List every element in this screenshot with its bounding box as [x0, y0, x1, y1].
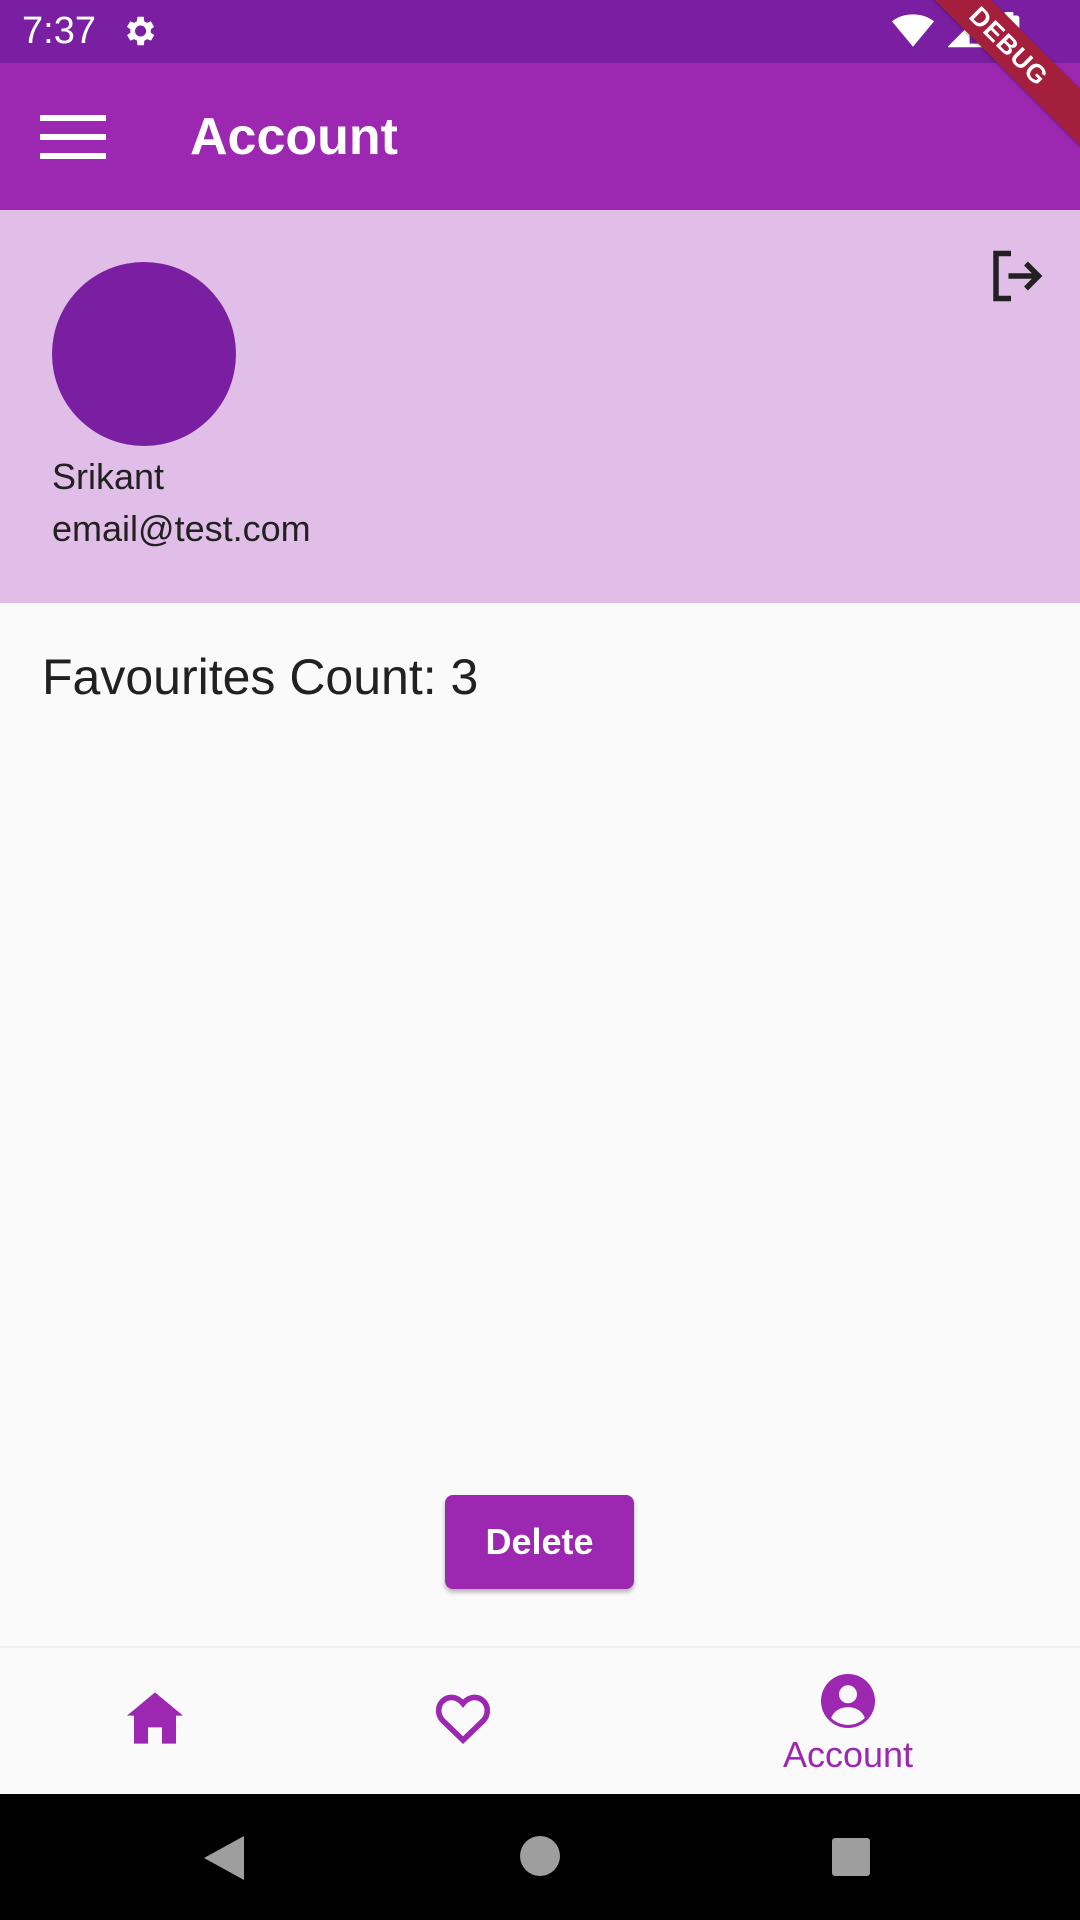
delete-button[interactable]: Delete: [445, 1495, 634, 1589]
nav-home[interactable]: [0, 1648, 310, 1796]
nav-favourites[interactable]: [310, 1648, 616, 1796]
profile-header: Srikant email@test.com: [0, 210, 1080, 603]
recents-square-icon[interactable]: [832, 1838, 870, 1876]
avatar: [52, 262, 236, 446]
heart-outline-icon: [435, 1694, 491, 1744]
hamburger-menu-icon[interactable]: [40, 115, 106, 159]
bottom-navigation: Account: [0, 1646, 1080, 1796]
logout-icon[interactable]: [986, 246, 1046, 306]
settings-gear-icon: [126, 16, 155, 46]
page-title: Account: [190, 108, 398, 166]
user-email: email@test.com: [52, 508, 311, 549]
nav-account-label: Account: [782, 1734, 914, 1775]
account-circle-icon: [821, 1674, 875, 1728]
status-time: 7:37: [22, 10, 96, 52]
favourites-count: Favourites Count: 3: [42, 649, 479, 705]
home-circle-icon[interactable]: [520, 1836, 560, 1876]
user-name: Srikant: [52, 456, 165, 497]
wifi-icon: [892, 14, 934, 47]
home-icon: [127, 1692, 183, 1744]
status-bar: 7:37: [0, 0, 1080, 63]
back-triangle-icon[interactable]: [204, 1836, 244, 1880]
nav-account[interactable]: Account: [696, 1648, 1000, 1796]
app-bar: Account: [0, 63, 1080, 210]
system-navigation-bar: [0, 1794, 1080, 1920]
